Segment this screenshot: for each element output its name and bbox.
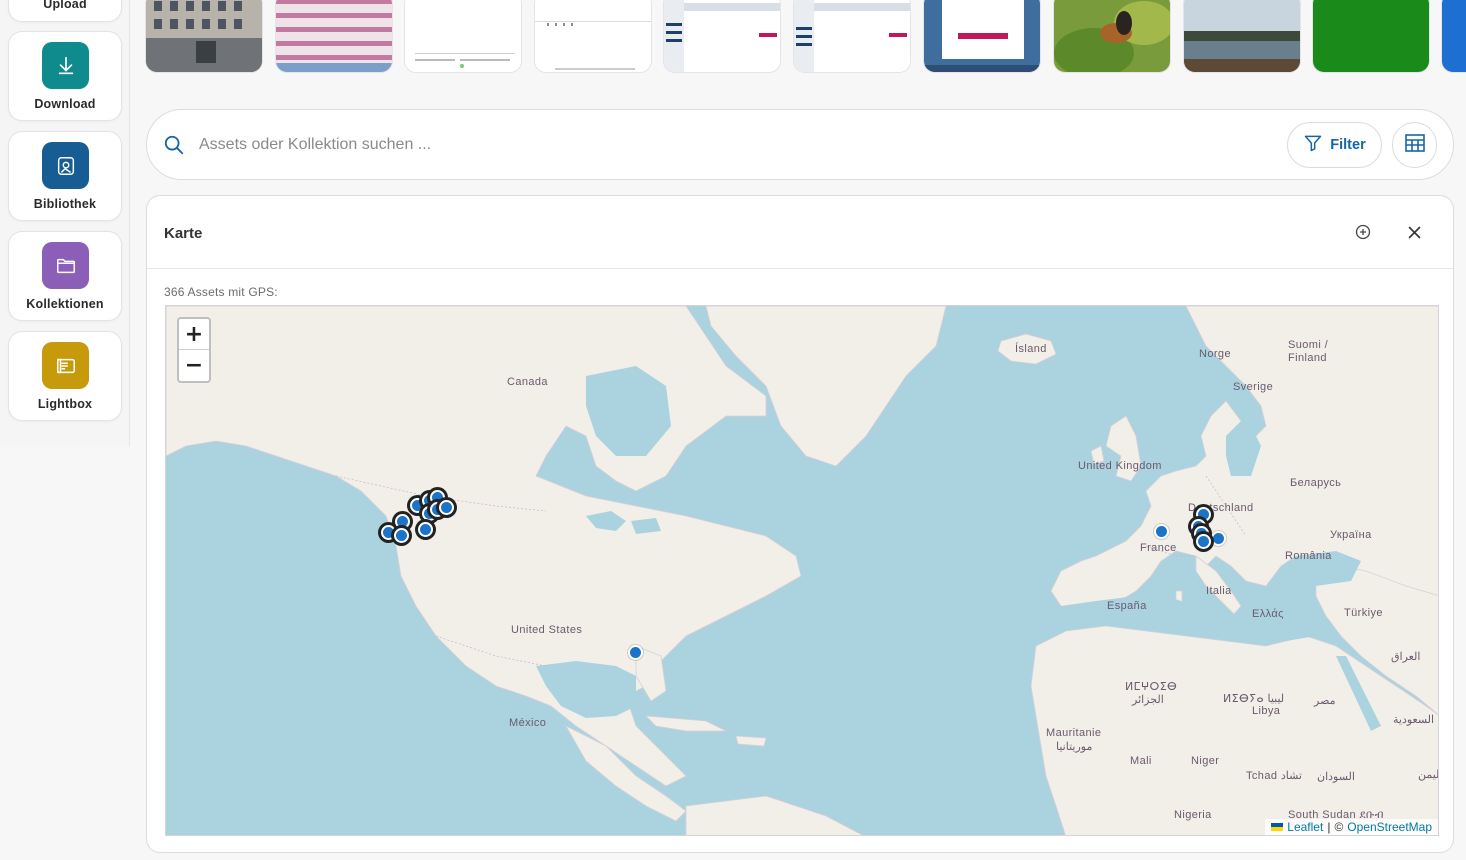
map-label-sudan: السودان [1317, 771, 1355, 783]
map-label-romania: România [1285, 550, 1332, 562]
asset-thumbnail[interactable] [1053, 0, 1171, 73]
image-library-icon [42, 142, 89, 189]
sidebar: Upload Download Bibliothek Kollektionen … [0, 0, 130, 447]
sidebar-item-bibliothek[interactable]: Bibliothek [8, 131, 122, 221]
map-label-usa: United States [511, 624, 583, 636]
map-label-nigeria: Nigeria [1174, 809, 1212, 821]
asset-thumbnail[interactable] [663, 0, 781, 73]
attribution-copyright: © [1334, 820, 1344, 834]
zoom-in-button[interactable]: + [179, 319, 209, 350]
asset-thumbnail[interactable] [145, 0, 263, 73]
sidebar-item-lightbox[interactable]: Lightbox [8, 331, 122, 421]
search-input[interactable] [199, 130, 1099, 160]
map-label-france: France [1140, 542, 1177, 554]
table-view-button[interactable] [1392, 122, 1437, 168]
map-marker[interactable] [418, 522, 433, 537]
map-marker[interactable] [628, 645, 643, 660]
map-label-yemen: اليمن [1418, 769, 1438, 781]
map-marker[interactable] [1154, 524, 1169, 539]
map-label-iceland: Ísland [1015, 343, 1047, 355]
sidebar-item-kollektionen[interactable]: Kollektionen [8, 231, 122, 321]
map-marker[interactable] [395, 514, 410, 529]
asset-thumbnail[interactable] [1441, 0, 1466, 73]
ukraine-flag-icon [1271, 823, 1284, 831]
map-label-mauritania: Mauritanie [1046, 727, 1102, 739]
zoom-control: + − [177, 317, 211, 383]
filter-icon [1303, 133, 1323, 157]
locate-icon[interactable] [1353, 222, 1373, 242]
openstreetmap-link[interactable]: OpenStreetMap [1347, 820, 1432, 834]
map-marker[interactable] [1211, 531, 1226, 546]
map-label-finland-2: Finland [1288, 352, 1327, 364]
map-label-algeria: الجزائر [1132, 694, 1164, 706]
zoom-out-button[interactable]: − [179, 350, 209, 381]
lightbox-icon [42, 342, 89, 389]
download-icon [42, 42, 89, 89]
filter-button[interactable]: Filter [1287, 122, 1382, 168]
sidebar-item-label: Download [34, 97, 96, 111]
asset-thumbnail[interactable] [534, 0, 652, 73]
map-label-saudi: السعودية [1393, 714, 1435, 726]
map-label-chad: Tchad تشاد [1246, 770, 1302, 782]
map-attribution: Leaflet | © OpenStreetMap [1265, 819, 1438, 835]
asset-thumbnail[interactable] [275, 0, 393, 73]
sidebar-item-label: Upload [43, 0, 87, 11]
filter-label: Filter [1330, 137, 1366, 153]
map-label-greece: Ελλάς [1252, 608, 1284, 620]
attribution-separator: | [1327, 820, 1331, 834]
map-label-libya: Libya [1252, 705, 1281, 717]
map-label-italy: Italia [1206, 585, 1232, 597]
sidebar-item-label: Kollektionen [26, 297, 104, 311]
leaflet-link[interactable]: Leaflet [1287, 820, 1323, 834]
asset-thumbnail[interactable] [1312, 0, 1430, 73]
asset-thumbnail[interactable] [404, 0, 522, 73]
map-label-canada: Canada [507, 376, 548, 388]
sidebar-item-label: Lightbox [37, 397, 93, 411]
map-marker[interactable] [1196, 534, 1211, 549]
map-label-morocco: ⵍⵎⵖⵔⵉⴱ [1125, 681, 1178, 693]
map-label-belarus: Беларусь [1290, 477, 1342, 489]
folder-icon [42, 242, 89, 289]
world-map[interactable]: Ísland Norge Suomi / Finland Sverige Can… [165, 305, 1439, 836]
map-label-mali: Mali [1130, 755, 1152, 767]
map-label-norway: Norge [1199, 348, 1231, 360]
map-label-niger: Niger [1191, 755, 1220, 767]
sidebar-item-label: Bibliothek [33, 197, 97, 211]
asset-thumbnail[interactable] [793, 0, 911, 73]
map-label-libya-native: ⵍⵉⴱⵢⴰ ليبيا [1223, 693, 1285, 705]
gps-asset-count: 366 Assets mit GPS: [164, 285, 278, 299]
map-label-uk: United Kingdom [1078, 460, 1162, 472]
map-label-iraq: العراق [1391, 651, 1421, 663]
search-icon [163, 134, 185, 161]
map-marker[interactable] [394, 528, 409, 543]
map-label-mexico: México [509, 717, 547, 729]
asset-thumbnail[interactable] [923, 0, 1041, 73]
map-label-turkey: Türkiye [1344, 607, 1383, 619]
map-label-ukraine: Україна [1330, 529, 1372, 541]
table-icon [1404, 133, 1425, 157]
map-label-sweden: Sverige [1233, 381, 1274, 393]
map-panel: Karte 366 Assets mit GPS: Ísland Norge S… [146, 195, 1454, 853]
panel-title: Karte [164, 225, 203, 242]
map-label-egypt: مصر [1314, 695, 1336, 707]
search-bar: Filter [146, 109, 1454, 180]
map-label-mauritania-ar: موريتانيا [1056, 741, 1093, 753]
asset-thumbnail-strip [145, 0, 1466, 74]
sidebar-item-download[interactable]: Download [8, 31, 122, 121]
map-label-finland: Suomi / [1288, 339, 1329, 351]
map-panel-header: Karte [147, 196, 1453, 269]
map-label-spain: España [1107, 600, 1147, 612]
sidebar-item-upload[interactable]: Upload [8, 0, 122, 22]
asset-thumbnail[interactable] [1183, 0, 1301, 73]
map-marker[interactable] [439, 500, 454, 515]
close-icon[interactable] [1404, 222, 1424, 242]
